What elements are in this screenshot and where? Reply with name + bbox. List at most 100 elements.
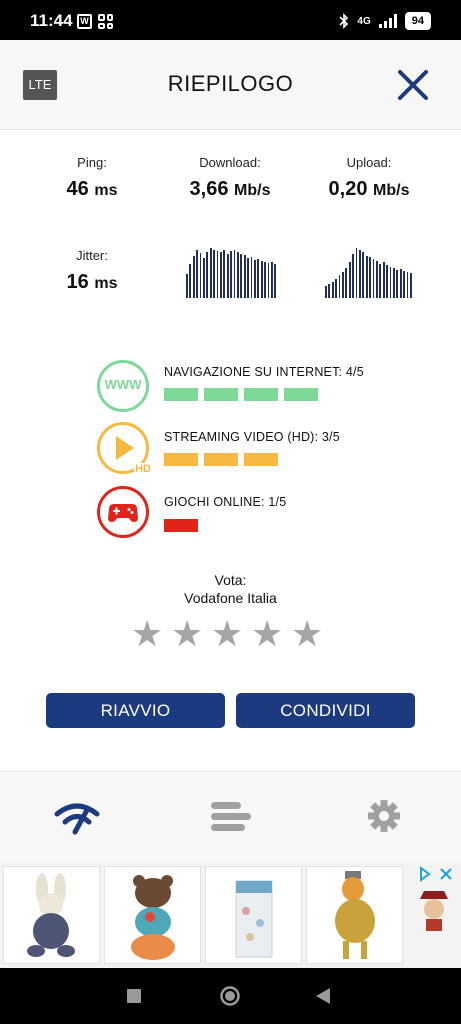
graph-bar [372,259,375,298]
quality-row-streaming: HD STREAMING VIDEO (HD): 3/5 [97,422,397,475]
graph-bar [274,264,277,298]
graph-bar [257,259,260,298]
graph-bar [264,262,266,298]
gear-icon[interactable] [360,796,408,836]
ping-value: 46 [66,178,89,200]
quality-row-browsing: WWW NAVIGAZIONE SU INTERNET: 4/5 [97,360,397,412]
graph-bar [369,257,371,298]
score-bar [164,388,198,401]
battery-indicator: 94 [404,12,431,30]
graph-bar [399,269,402,298]
ad-item-pirate-toy[interactable] [414,887,454,935]
ad-item-bear-toy[interactable] [104,866,201,964]
vote-label: Vota: [214,572,247,588]
home-icon[interactable] [219,985,241,1007]
graph-bar [237,252,239,298]
ad-item-fox-plush[interactable] [306,866,403,964]
notification-w-icon: W [77,14,92,29]
graph-bar [352,254,354,298]
graph-bar [203,258,205,298]
graph-bar [196,250,198,298]
star-icon[interactable]: ★ [211,616,243,652]
graph-bar [393,268,395,298]
vote-section: Vota: Vodafone Italia [0,571,461,607]
share-button[interactable]: CONDIVIDI [236,693,415,728]
graph-bar [342,272,344,298]
download-label: Download: [199,155,261,170]
clock: 11:44 [30,11,73,30]
graph-bar [189,264,192,298]
close-icon[interactable] [395,67,431,103]
graph-bar [209,248,212,298]
graph-bar [325,286,327,298]
jitter-unit: ms [94,275,118,292]
quality-label: NAVIGAZIONE SU INTERNET: 4/5 [164,365,364,379]
graph-bar [406,272,409,298]
star-icon[interactable]: ★ [131,616,163,652]
signal-icon [378,14,397,28]
graph-bar [338,275,341,298]
quality-label: GIOCHI ONLINE: 1/5 [164,495,287,509]
graph-bar [362,252,365,298]
bluetooth-icon [339,13,349,29]
star-icon[interactable]: ★ [291,616,323,652]
back-icon[interactable] [316,988,331,1004]
operator-name: Vodafone Italia [184,590,277,606]
download-value: 3,66 [189,178,229,200]
recents-icon[interactable] [127,989,141,1003]
graph-bar [199,253,202,298]
graph-bar [403,271,405,298]
list-icon[interactable] [207,796,255,836]
star-icon[interactable]: ★ [171,616,203,652]
graph-bar [226,254,229,298]
graph-bar [348,262,351,298]
star-rating[interactable]: ★ ★ ★ ★ ★ [131,616,323,652]
graph-bar [247,258,249,298]
graph-bar [250,257,253,298]
graph-bar [359,250,361,298]
jitter-metric: Jitter: 16 ms [22,248,162,294]
status-bar: 11:44 W 4G 94 [0,0,461,40]
upload-metric: Upload: 0,20 Mb/s [299,155,439,201]
graph-bar [335,279,337,298]
quality-row-gaming: GIOCHI ONLINE: 1/5 [97,486,397,538]
graph-bar [379,264,382,298]
score-bars [164,453,278,466]
graph-bar [233,250,236,298]
star-icon[interactable]: ★ [251,616,283,652]
upload-unit: Mb/s [373,182,410,199]
download-metric: Download: 3,66 Mb/s [160,155,300,201]
speedometer-icon[interactable] [53,796,101,836]
adchoices-icon[interactable] [417,866,457,882]
graph-bar [410,273,412,298]
graph-bar [345,268,348,298]
graph-bar [328,284,331,298]
ping-unit: ms [94,182,118,199]
graph-bar [382,262,385,298]
graph-bar [331,282,334,298]
score-bar [244,453,278,466]
jitter-label: Jitter: [76,248,108,263]
score-bar [284,388,318,401]
graph-bar [260,261,263,298]
graph-bar [389,267,392,298]
graph-bar [271,262,273,298]
graph-bar [216,251,219,298]
ad-item-plush-rabbit[interactable] [3,866,100,964]
graph-bar [355,248,358,298]
header: LTE RIEPILOGO [0,40,461,130]
system-nav-bar [0,968,461,1024]
upload-graph [325,240,413,298]
play-hd-icon: HD [97,422,152,475]
page-title: RIEPILOGO [167,71,294,96]
score-bars [164,388,318,401]
upload-value: 0,20 [328,178,368,200]
ping-label: Ping: [77,155,107,170]
ad-banner[interactable] [0,863,461,968]
ad-item-baby-blanket[interactable] [205,866,302,964]
jitter-value: 16 [66,271,89,293]
restart-button[interactable]: RIAVVIO [46,693,225,728]
graph-bar [213,250,215,298]
score-bar [204,388,238,401]
score-bars [164,519,198,532]
